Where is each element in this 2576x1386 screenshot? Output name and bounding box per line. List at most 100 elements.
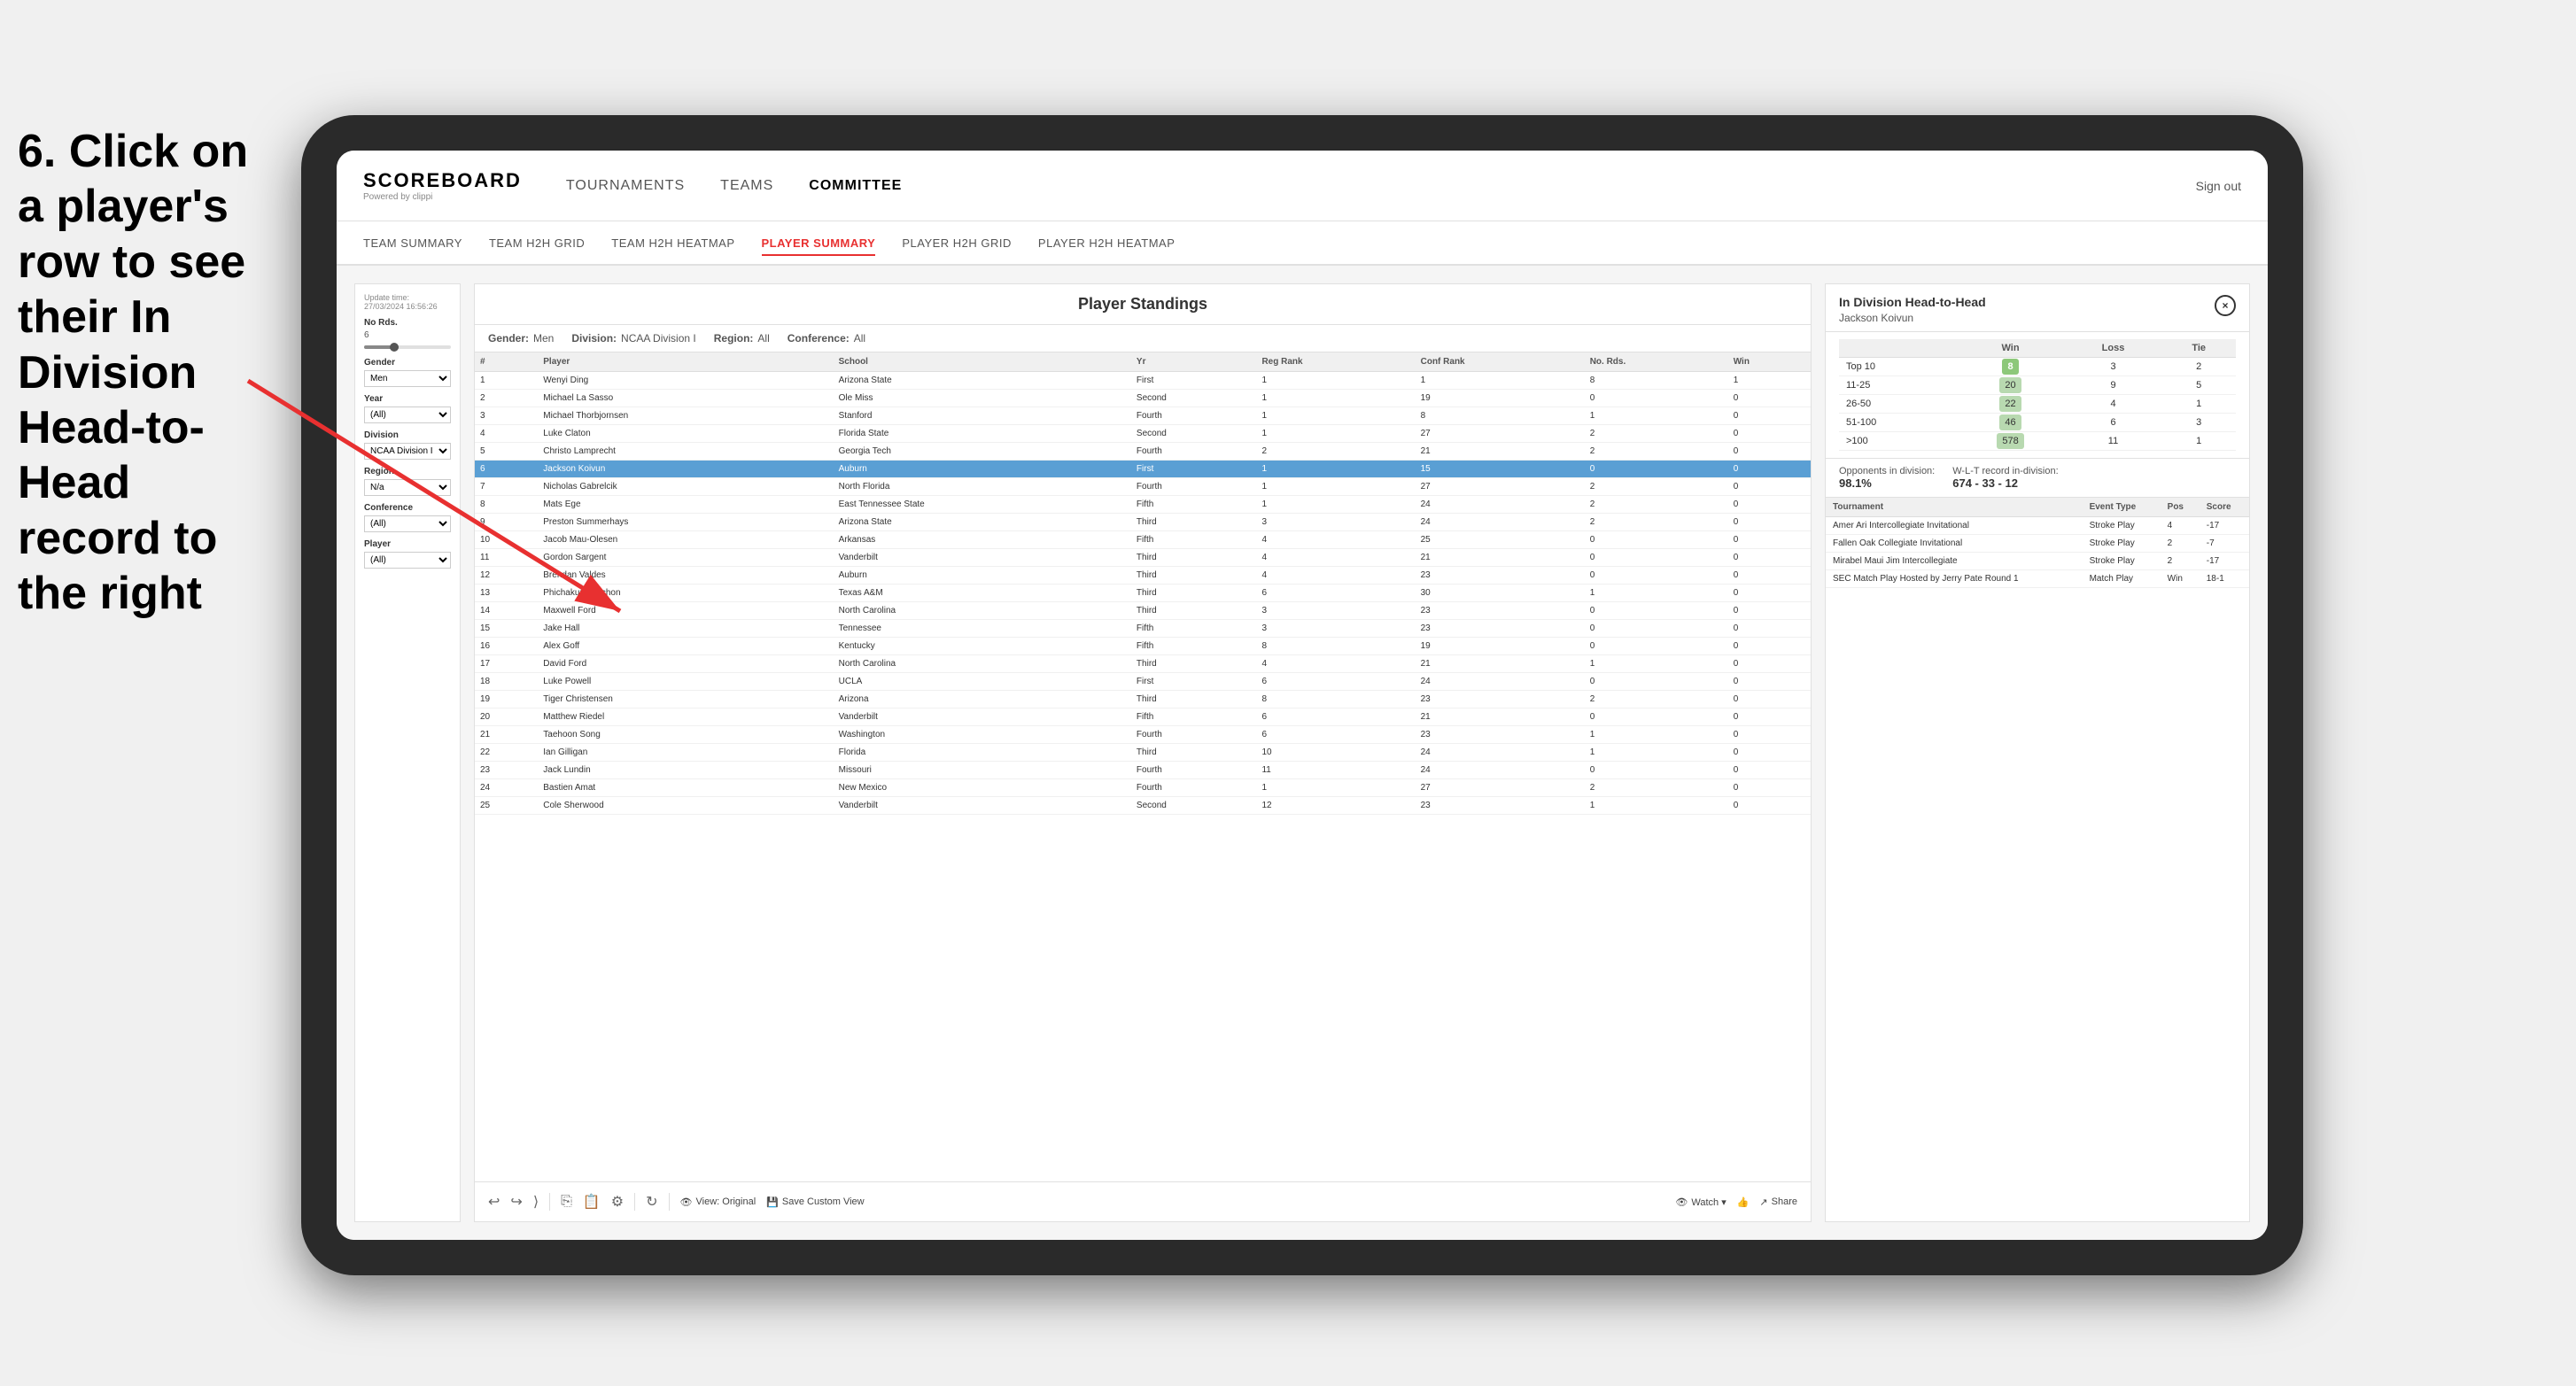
division-select[interactable]: NCAA Division I (364, 443, 451, 460)
gender-filter-display: Gender: Men (488, 332, 554, 345)
table-row[interactable]: 21 Taehoon Song Washington Fourth 6 23 1… (475, 726, 1811, 744)
nav-item-committee[interactable]: COMMITTEE (809, 174, 902, 198)
table-row[interactable]: 9 Preston Summerhays Arizona State Third… (475, 514, 1811, 531)
thumb-up-button[interactable]: 👍 (1737, 1196, 1750, 1208)
cell-yr: Third (1131, 514, 1257, 531)
cell-reg: 3 (1256, 514, 1415, 531)
h2h-stats: Opponents in division: 98.1% W-L-T recor… (1826, 459, 2249, 498)
table-row[interactable]: 6 Jackson Koivun Auburn First 1 15 0 0 (475, 461, 1811, 478)
h2h-col-range (1839, 339, 1956, 358)
table-row[interactable]: 8 Mats Ege East Tennessee State Fifth 1 … (475, 496, 1811, 514)
table-row[interactable]: 17 David Ford North Carolina Third 4 21 … (475, 655, 1811, 673)
table-row[interactable]: 7 Nicholas Gabrelcik North Florida Fourt… (475, 478, 1811, 496)
cell-win: 0 (1728, 797, 1811, 815)
cell-reg: 3 (1256, 602, 1415, 620)
table-row[interactable]: 23 Jack Lundin Missouri Fourth 11 24 0 0 (475, 762, 1811, 779)
table-row[interactable]: 2 Michael La Sasso Ole Miss Second 1 19 … (475, 390, 1811, 407)
players-table: # Player School Yr Reg Rank Conf Rank No… (475, 352, 1811, 815)
bottom-toolbar: ↩ ↪ ⟩ ⎘ 📋 ⚙ ↻ 👁 View: Original 💾 (475, 1181, 1811, 1221)
watch-button[interactable]: 👁 Watch ▾ (1675, 1196, 1726, 1208)
table-row[interactable]: 24 Bastien Amat New Mexico Fourth 1 27 2… (475, 779, 1811, 797)
cell-num: 6 (475, 461, 538, 478)
redo-button[interactable]: ↪ (510, 1193, 522, 1211)
sub-nav-team-summary[interactable]: TEAM SUMMARY (363, 232, 462, 254)
t-name: SEC Match Play Hosted by Jerry Pate Roun… (1826, 570, 2083, 588)
t-name: Mirabel Maui Jim Intercollegiate (1826, 553, 2083, 570)
cell-win: 0 (1728, 390, 1811, 407)
table-row[interactable]: 5 Christo Lamprecht Georgia Tech Fourth … (475, 443, 1811, 461)
cell-school: UCLA (834, 673, 1131, 691)
cell-num: 3 (475, 407, 538, 425)
conference-label: Conference (364, 503, 451, 513)
table-row[interactable]: 4 Luke Claton Florida State Second 1 27 … (475, 425, 1811, 443)
table-row[interactable]: 18 Luke Powell UCLA First 6 24 0 0 (475, 673, 1811, 691)
sign-out-button[interactable]: Sign out (2196, 179, 2241, 193)
nav-item-teams[interactable]: TEAMS (720, 174, 773, 198)
table-row[interactable]: 14 Maxwell Ford North Carolina Third 3 2… (475, 602, 1811, 620)
undo-button[interactable]: ↩ (488, 1193, 500, 1211)
division-filter-display: Division: NCAA Division I (571, 332, 695, 345)
refresh-button[interactable]: ↻ (646, 1193, 657, 1211)
year-label: Year (364, 394, 451, 404)
cell-player: Christo Lamprecht (538, 443, 833, 461)
cell-conf: 1 (1416, 372, 1585, 390)
sub-nav-player-h2h-grid[interactable]: PLAYER H2H GRID (902, 232, 1012, 254)
h2h-loss: 6 (2065, 414, 2162, 432)
sub-nav-player-summary[interactable]: PLAYER SUMMARY (762, 232, 876, 256)
no-rds-slider-track[interactable] (364, 345, 451, 349)
region-select[interactable]: N/a (364, 479, 451, 496)
col-school: School (834, 352, 1131, 372)
copy-button[interactable]: ⎘ (561, 1194, 572, 1210)
table-row[interactable]: 13 Phichakun Maichon Texas A&M Third 6 3… (475, 585, 1811, 602)
save-custom-button[interactable]: 💾 Save Custom View (766, 1196, 864, 1208)
settings-button[interactable]: ⚙ (611, 1193, 624, 1211)
cell-yr: Third (1131, 744, 1257, 762)
cell-reg: 1 (1256, 496, 1415, 514)
cell-conf: 23 (1416, 620, 1585, 638)
nav-item-tournaments[interactable]: TOURNAMENTS (566, 174, 685, 198)
cell-conf: 24 (1416, 673, 1585, 691)
cell-reg: 12 (1256, 797, 1415, 815)
h2h-rank-row: >100 578 11 1 (1839, 432, 2236, 451)
player-select[interactable]: (All) (364, 552, 451, 569)
table-row[interactable]: 10 Jacob Mau-Olesen Arkansas Fifth 4 25 … (475, 531, 1811, 549)
table-row[interactable]: 25 Cole Sherwood Vanderbilt Second 12 23… (475, 797, 1811, 815)
table-row[interactable]: 16 Alex Goff Kentucky Fifth 8 19 0 0 (475, 638, 1811, 655)
view-original-button[interactable]: 👁 View: Original (680, 1196, 757, 1208)
h2h-close-button[interactable]: × (2215, 295, 2236, 316)
table-row[interactable]: 20 Matthew Riedel Vanderbilt Fifth 6 21 … (475, 708, 1811, 726)
table-row[interactable]: 15 Jake Hall Tennessee Fifth 3 23 0 0 (475, 620, 1811, 638)
h2h-tie: 3 (2161, 414, 2236, 432)
cell-school: Arizona State (834, 372, 1131, 390)
table-row[interactable]: 1 Wenyi Ding Arizona State First 1 1 8 1 (475, 372, 1811, 390)
no-rds-label: No Rds. (364, 318, 451, 328)
cell-rds: 0 (1585, 708, 1728, 726)
cell-rds: 0 (1585, 461, 1728, 478)
sub-nav-team-h2h-heatmap[interactable]: TEAM H2H HEATMAP (611, 232, 734, 254)
cell-win: 0 (1728, 461, 1811, 478)
sub-nav-player-h2h-heatmap[interactable]: PLAYER H2H HEATMAP (1038, 232, 1175, 254)
cell-reg: 1 (1256, 425, 1415, 443)
gender-select[interactable]: Men (364, 370, 451, 387)
cell-reg: 8 (1256, 638, 1415, 655)
sub-nav-team-h2h-grid[interactable]: TEAM H2H GRID (489, 232, 585, 254)
year-select[interactable]: (All) (364, 407, 451, 423)
table-row[interactable]: 11 Gordon Sargent Vanderbilt Third 4 21 … (475, 549, 1811, 567)
table-row[interactable]: 12 Brendan Valdes Auburn Third 4 23 0 0 (475, 567, 1811, 585)
cell-yr: Fifth (1131, 638, 1257, 655)
table-row[interactable]: 22 Ian Gilligan Florida Third 10 24 1 0 (475, 744, 1811, 762)
table-row[interactable]: 19 Tiger Christensen Arizona Third 8 23 … (475, 691, 1811, 708)
cell-rds: 2 (1585, 443, 1728, 461)
cell-conf: 24 (1416, 496, 1585, 514)
slider-thumb[interactable] (390, 343, 399, 352)
cell-num: 18 (475, 673, 538, 691)
cell-num: 23 (475, 762, 538, 779)
forward-button[interactable]: ⟩ (533, 1193, 539, 1211)
h2h-win: 8 (1956, 358, 2064, 376)
table-row[interactable]: 3 Michael Thorbjornsen Stanford Fourth 1… (475, 407, 1811, 425)
paste-button[interactable]: 📋 (583, 1193, 601, 1211)
conference-select[interactable]: (All) (364, 515, 451, 532)
cell-reg: 4 (1256, 567, 1415, 585)
share-button[interactable]: ↗ Share (1759, 1196, 1797, 1208)
cell-num: 1 (475, 372, 538, 390)
